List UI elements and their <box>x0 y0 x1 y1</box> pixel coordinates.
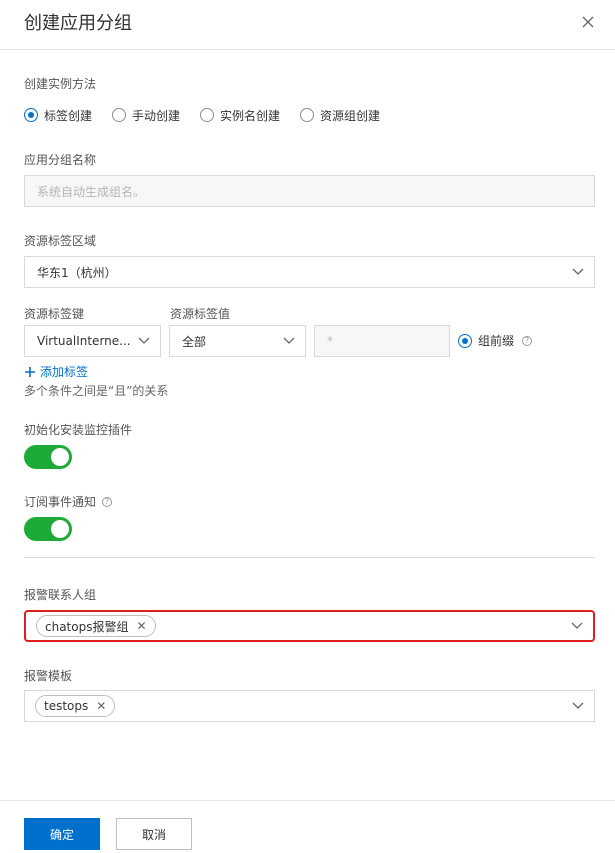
radio-label: 资源组创建 <box>320 108 381 123</box>
radio-label: 手动创建 <box>132 108 181 123</box>
dialog-title: 创建应用分组 <box>24 13 132 34</box>
radio-label: 标签创建 <box>44 108 93 123</box>
add-tag-label: 添加标签 <box>40 365 89 379</box>
tag-label: chatops报警组 <box>45 619 129 634</box>
dialog-footer: 确定 取消 <box>0 800 615 853</box>
subscribe-event-label-row: 订阅事件通知 ? <box>24 493 113 510</box>
prefix-radio[interactable]: 组前缀 ? <box>458 332 533 349</box>
radio-checked-icon <box>458 333 472 348</box>
chevron-down-icon <box>571 622 583 629</box>
radio-instance-name-create[interactable]: 实例名创建 <box>200 107 280 124</box>
help-icon[interactable]: ? <box>522 335 533 346</box>
tag-value-select[interactable]: 全部 <box>169 325 306 357</box>
group-name-placeholder: 系统自动生成组名。 <box>37 184 146 199</box>
radio-icon <box>300 108 315 122</box>
add-tag-link[interactable]: 添加标签 <box>24 363 88 380</box>
radio-label: 实例名创建 <box>220 108 281 123</box>
tag-key-select[interactable]: VirtualInterne... <box>24 325 161 357</box>
group-name-label: 应用分组名称 <box>24 153 97 167</box>
tag-value-value: 全部 <box>182 334 207 349</box>
install-plugin-label: 初始化安装监控插件 <box>24 423 133 437</box>
chevron-down-icon <box>572 702 584 709</box>
tag-value-label: 资源标签值 <box>170 307 231 321</box>
cancel-button[interactable]: 取消 <box>116 818 192 850</box>
region-value: 华东1（杭州） <box>37 265 117 280</box>
subscribe-event-label: 订阅事件通知 <box>24 495 97 509</box>
subscribe-event-toggle[interactable] <box>24 517 72 541</box>
region-select[interactable]: 华东1（杭州） <box>24 256 595 288</box>
radio-resource-group-create[interactable]: 资源组创建 <box>300 107 380 124</box>
radio-manual-create[interactable]: 手动创建 <box>112 107 180 124</box>
help-icon[interactable]: ? <box>102 496 113 507</box>
close-icon[interactable] <box>578 12 598 32</box>
dialog-header: 创建应用分组 <box>0 0 615 50</box>
alert-contact-select[interactable]: chatops报警组 ✕ <box>24 610 595 642</box>
tag-label: testops <box>44 699 89 713</box>
alert-template-tag: testops ✕ <box>35 695 116 717</box>
tag-value-text-placeholder: * <box>327 334 333 348</box>
alert-template-select[interactable]: testops ✕ <box>24 690 595 722</box>
section-divider <box>24 557 595 558</box>
toggle-knob <box>51 520 69 538</box>
group-name-input[interactable]: 系统自动生成组名。 <box>24 175 595 207</box>
add-tag-hint: 多个条件之间是“且”的关系 <box>24 384 169 398</box>
close-icon[interactable]: ✕ <box>136 619 146 633</box>
plus-icon <box>25 366 35 377</box>
region-label: 资源标签区域 <box>24 234 97 248</box>
close-icon[interactable]: ✕ <box>96 699 106 713</box>
tag-key-value: VirtualInterne... <box>37 334 131 348</box>
radio-icon <box>112 108 127 122</box>
create-method-label: 创建实例方法 <box>24 77 97 91</box>
alert-template-label: 报警模板 <box>24 669 73 683</box>
prefix-radio-label: 组前缀 <box>478 334 515 348</box>
chevron-down-icon <box>138 337 150 344</box>
install-plugin-toggle[interactable] <box>24 445 72 469</box>
chevron-down-icon <box>283 337 295 344</box>
radio-icon <box>200 108 215 122</box>
alert-contact-tag: chatops报警组 ✕ <box>36 615 156 637</box>
alert-contact-label: 报警联系人组 <box>24 588 97 602</box>
chevron-down-icon <box>572 268 584 275</box>
radio-tag-create[interactable]: 标签创建 <box>24 107 92 124</box>
toggle-knob <box>51 448 69 466</box>
radio-checked-icon <box>24 108 38 122</box>
tag-key-label: 资源标签键 <box>24 307 85 321</box>
confirm-button[interactable]: 确定 <box>24 818 100 850</box>
tag-value-text-input[interactable]: * <box>314 325 450 357</box>
create-method-radio-group: 标签创建 手动创建 实例名创建 资源组创建 <box>24 106 400 124</box>
